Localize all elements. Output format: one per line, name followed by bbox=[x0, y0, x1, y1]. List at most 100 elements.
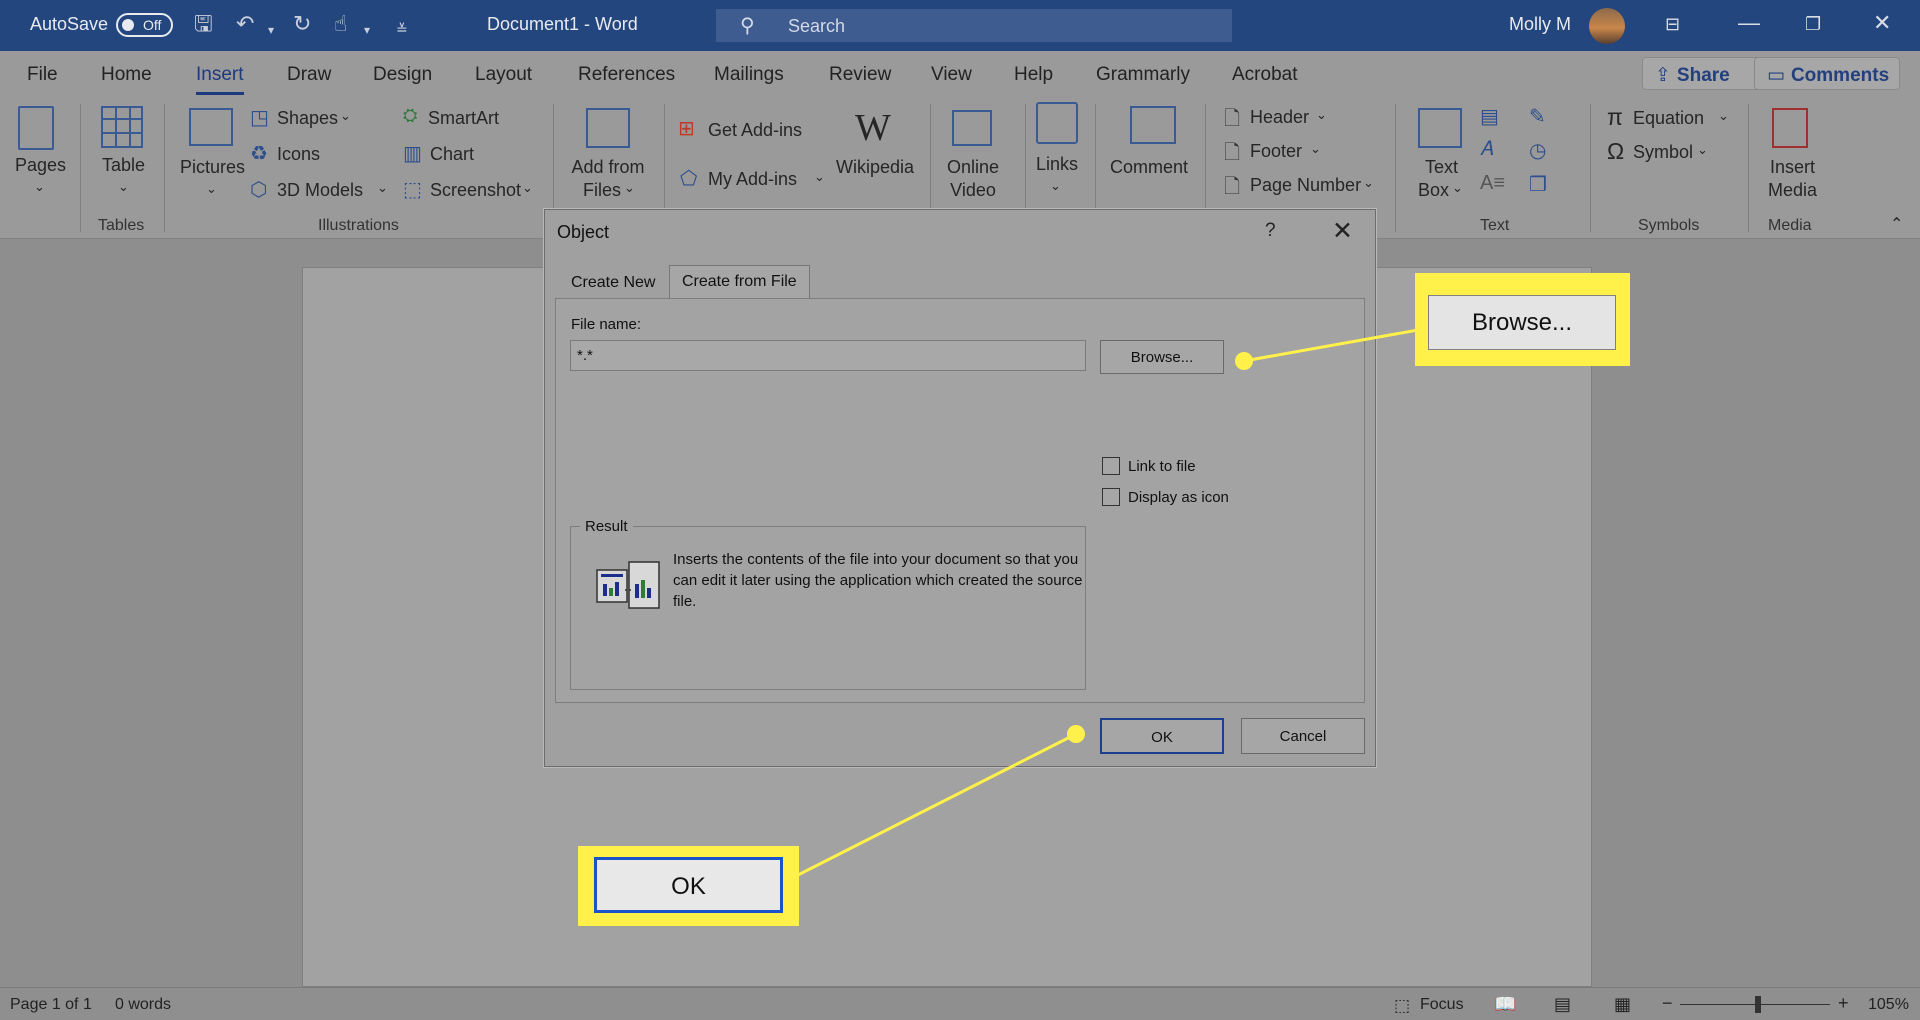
restore-icon[interactable]: ❐ bbox=[1805, 14, 1821, 35]
web-layout-icon[interactable]: ▦ bbox=[1614, 994, 1631, 1015]
browse-button[interactable]: Browse... bbox=[1100, 340, 1224, 374]
help-button[interactable]: ? bbox=[1265, 220, 1276, 242]
share-icon: ⇪ bbox=[1655, 65, 1671, 86]
tab-home[interactable]: Home bbox=[101, 64, 152, 86]
display-as-icon-label[interactable]: Display as icon bbox=[1128, 489, 1229, 506]
chevron-down-icon: ⌄ bbox=[1697, 142, 1708, 157]
user-name[interactable]: Molly M bbox=[1509, 14, 1571, 35]
add-from-files-label-2: Files bbox=[583, 180, 622, 200]
group-symbols-label: Symbols bbox=[1638, 217, 1700, 234]
undo-icon[interactable]: ↶ bbox=[236, 12, 254, 36]
tab-view[interactable]: View bbox=[931, 64, 972, 86]
tab-create-from-file[interactable]: Create from File bbox=[669, 265, 810, 298]
page-number-label: Page Number bbox=[1250, 175, 1362, 195]
chart-label: Chart bbox=[430, 144, 475, 164]
pages-label: Pages bbox=[15, 155, 67, 175]
wikipedia-icon: W bbox=[855, 107, 891, 149]
redo-icon[interactable]: ↻ bbox=[293, 12, 311, 36]
tab-layout[interactable]: Layout bbox=[475, 64, 532, 86]
search-box[interactable]: ⚲ Search bbox=[716, 9, 1232, 42]
autosave-toggle[interactable]: Off bbox=[116, 13, 173, 37]
save-icon[interactable]: 🖫 bbox=[194, 12, 213, 36]
share-button[interactable]: ⇪ Share bbox=[1642, 57, 1762, 90]
ok-button[interactable]: OK bbox=[1100, 718, 1224, 754]
comment-label: Comment bbox=[1110, 157, 1189, 177]
tab-insert[interactable]: Insert bbox=[196, 64, 244, 95]
tab-help[interactable]: Help bbox=[1014, 64, 1053, 86]
online-video-label-2: Video bbox=[950, 180, 996, 200]
ribbon-separator bbox=[1590, 104, 1591, 232]
chevron-down-icon: ⌄ bbox=[340, 108, 351, 123]
focus-icon: ⬚ bbox=[1394, 996, 1411, 1015]
customize-toolbar-icon[interactable]: ≚ bbox=[396, 17, 408, 41]
link-to-file-checkbox[interactable] bbox=[1102, 457, 1120, 475]
zoom-slider-thumb[interactable] bbox=[1755, 996, 1761, 1013]
chevron-down-icon: ⌄ bbox=[1310, 141, 1321, 156]
cancel-button[interactable]: Cancel bbox=[1241, 718, 1365, 754]
signature-line-icon[interactable]: ✎ bbox=[1529, 104, 1546, 129]
object-icon[interactable]: ❒ bbox=[1529, 172, 1547, 197]
ribbon-separator bbox=[80, 104, 81, 232]
insert-media-label-2: Media bbox=[1768, 180, 1818, 200]
group-text-label: Text bbox=[1480, 217, 1510, 234]
chart-icon: ▥ bbox=[403, 143, 422, 165]
browse-callout-button: Browse... bbox=[1428, 295, 1616, 350]
chevron-down-icon: ⌄ bbox=[1363, 175, 1374, 190]
ribbon-display-icon[interactable]: ⊟ bbox=[1665, 14, 1680, 35]
link-icon bbox=[1036, 102, 1078, 144]
touch-dropdown-icon[interactable]: ▾ bbox=[364, 18, 370, 42]
date-time-icon[interactable]: ◷ bbox=[1529, 138, 1546, 163]
chevron-down-icon: ⌄ bbox=[206, 181, 217, 196]
comments-button[interactable]: ▭ Comments bbox=[1754, 57, 1900, 90]
file-name-input[interactable]: *.* bbox=[570, 340, 1086, 371]
avatar[interactable] bbox=[1589, 8, 1625, 44]
focus-label[interactable]: Focus bbox=[1420, 996, 1464, 1014]
text-box-label-2: Box bbox=[1418, 180, 1450, 200]
online-video-label-1: Online bbox=[946, 157, 1000, 177]
collapse-ribbon-icon[interactable]: ⌃ bbox=[1890, 214, 1903, 234]
header-label: Header bbox=[1250, 107, 1310, 127]
word-count[interactable]: 0 words bbox=[115, 996, 171, 1014]
touch-mode-icon[interactable]: ☝ bbox=[334, 12, 347, 36]
page-count[interactable]: Page 1 of 1 bbox=[10, 996, 92, 1014]
print-layout-icon[interactable]: ▤ bbox=[1554, 994, 1571, 1015]
tab-create-new[interactable]: Create New bbox=[559, 267, 667, 298]
display-as-icon-checkbox[interactable] bbox=[1102, 488, 1120, 506]
pages-icon bbox=[18, 106, 54, 150]
wordart-icon[interactable]: 𝐴 bbox=[1480, 138, 1493, 161]
zoom-level[interactable]: 105% bbox=[1868, 996, 1909, 1014]
group-media-label: Media bbox=[1768, 217, 1812, 234]
result-label: Result bbox=[580, 518, 633, 535]
tab-grammarly[interactable]: Grammarly bbox=[1096, 64, 1190, 86]
tab-mailings[interactable]: Mailings bbox=[714, 64, 784, 86]
quick-parts-icon[interactable]: ▤ bbox=[1480, 104, 1499, 129]
zoom-in-icon[interactable]: + bbox=[1838, 993, 1849, 1014]
add-from-files-label-1: Add from bbox=[571, 157, 645, 177]
ok-callout-button: OK bbox=[594, 857, 783, 913]
online-video-icon bbox=[952, 110, 992, 146]
minimize-icon[interactable]: — bbox=[1738, 10, 1760, 36]
tab-draw[interactable]: Draw bbox=[287, 64, 331, 86]
toggle-knob-icon bbox=[122, 19, 134, 31]
chevron-down-icon: ⌄ bbox=[522, 180, 533, 195]
dialog-close-icon[interactable]: ✕ bbox=[1332, 216, 1353, 246]
cube-icon: ⬡ bbox=[250, 179, 268, 201]
tab-file[interactable]: File bbox=[27, 64, 58, 86]
drop-cap-icon[interactable]: A≡ bbox=[1480, 172, 1505, 195]
tab-design[interactable]: Design bbox=[373, 64, 432, 86]
document-title: Document1 - Word bbox=[487, 14, 638, 34]
tab-review[interactable]: Review bbox=[829, 64, 891, 86]
tab-acrobat[interactable]: Acrobat bbox=[1232, 64, 1297, 86]
table-label: Table bbox=[102, 155, 146, 175]
text-box-label-1: Text bbox=[1425, 157, 1459, 177]
search-placeholder: Search bbox=[788, 16, 846, 36]
undo-dropdown-icon[interactable]: ▾ bbox=[268, 18, 274, 42]
group-tables-label: Tables bbox=[98, 217, 145, 234]
link-to-file-label[interactable]: Link to file bbox=[1128, 458, 1196, 475]
tab-references[interactable]: References bbox=[578, 64, 675, 86]
close-icon[interactable]: ✕ bbox=[1873, 10, 1891, 36]
zoom-out-icon[interactable]: − bbox=[1662, 993, 1673, 1014]
chevron-down-icon: ⌄ bbox=[34, 179, 45, 194]
header-icon: 🗋 bbox=[1224, 108, 1241, 130]
read-mode-icon[interactable]: 📖 bbox=[1494, 994, 1516, 1015]
